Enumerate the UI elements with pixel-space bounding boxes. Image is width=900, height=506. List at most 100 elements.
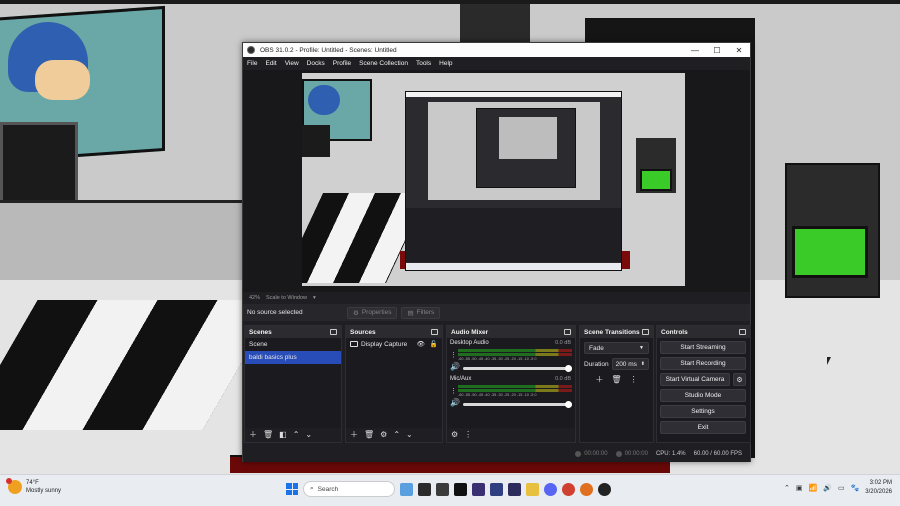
weather-widget[interactable]: 74°F Mostly sunny: [6, 478, 62, 495]
browser-icon[interactable]: [562, 482, 575, 496]
sources-toolbar: ＋ 🗑 ⚙ ⌃ ⌄: [346, 428, 442, 442]
move-down-icon[interactable]: ⌄: [305, 431, 312, 439]
undock-icon[interactable]: [330, 329, 337, 335]
game-app-icon-2[interactable]: [490, 482, 503, 496]
filters-label: Filters: [416, 309, 435, 316]
game-app-icon-3[interactable]: [508, 482, 521, 496]
move-down-icon[interactable]: ⌄: [406, 431, 413, 439]
volume-slider[interactable]: [462, 401, 572, 408]
scale-mode-select[interactable]: Scale to Window: [266, 295, 307, 301]
speaker-icon[interactable]: 🔊: [450, 399, 460, 407]
more-options-icon[interactable]: ⋮: [450, 351, 457, 359]
firefox-icon[interactable]: [580, 482, 593, 496]
add-icon[interactable]: ＋: [595, 376, 603, 384]
add-icon[interactable]: ＋: [249, 431, 257, 439]
obs-app-icon[interactable]: [454, 482, 467, 496]
obs-window[interactable]: OBS 31.0.2 - Profile: Untitled - Scenes:…: [242, 42, 751, 462]
transitions-title: Scene Transitions: [584, 328, 640, 336]
close-button[interactable]: ✕: [728, 43, 750, 57]
properties-button[interactable]: ⚙ Properties: [347, 306, 398, 319]
windows-start-icon[interactable]: [286, 483, 298, 495]
slider-knob[interactable]: [565, 401, 572, 408]
title-bar[interactable]: OBS 31.0.2 - Profile: Untitled - Scenes:…: [243, 43, 750, 57]
volume-meter: [458, 353, 572, 356]
undock-icon[interactable]: [642, 329, 649, 335]
chevron-down-icon: ▼: [639, 345, 644, 351]
undock-icon[interactable]: [431, 329, 438, 335]
filters-button[interactable]: ▤ Filters: [401, 306, 441, 319]
menu-scene-collection[interactable]: Scene Collection: [355, 60, 412, 67]
menu-view[interactable]: View: [281, 60, 303, 67]
task-view-icon[interactable]: [418, 482, 431, 496]
preview-canvas[interactable]: [302, 73, 685, 286]
scene-item-selected[interactable]: baldi basics plus: [245, 351, 341, 364]
speaker-icon[interactable]: 🔊: [823, 484, 832, 492]
discord-icon[interactable]: [544, 482, 557, 496]
speaker-icon[interactable]: 🔊: [450, 363, 460, 371]
menu-tools[interactable]: Tools: [412, 60, 435, 67]
chevron-down-icon[interactable]: ▾: [313, 295, 316, 301]
trash-icon[interactable]: 🗑: [263, 431, 273, 439]
gear-icon[interactable]: ⚙: [380, 431, 387, 439]
minimize-button[interactable]: —: [684, 43, 706, 57]
studio-mode-button[interactable]: Studio Mode: [660, 389, 746, 402]
controls-dock-header: Controls: [657, 326, 750, 338]
controls-title: Controls: [661, 328, 688, 336]
menu-profile[interactable]: Profile: [329, 60, 355, 67]
menu-file[interactable]: File: [243, 60, 261, 67]
channel-meter-row: ⋮ -60 -55 -50 -45 -40 -35 -30 -25 -20 -1…: [450, 384, 572, 397]
more-options-icon[interactable]: ⋮: [630, 376, 638, 384]
tray-extra-icon[interactable]: 🐾: [851, 484, 860, 492]
weather-desc: Mostly sunny: [26, 488, 62, 494]
widgets-app-icon[interactable]: [400, 482, 413, 496]
source-item[interactable]: Display Capture 👁 🔓: [346, 338, 442, 350]
undock-icon[interactable]: [739, 329, 746, 335]
menu-docks[interactable]: Docks: [303, 60, 329, 67]
game-desk: [0, 200, 250, 280]
transition-select[interactable]: Fade ▼: [584, 342, 649, 354]
add-icon[interactable]: ＋: [350, 431, 358, 439]
chevron-up-icon[interactable]: ⌃: [784, 484, 790, 492]
undock-icon[interactable]: [564, 329, 571, 335]
volume-slider[interactable]: [462, 365, 572, 372]
scene-item[interactable]: Scene: [245, 338, 341, 351]
slider-knob[interactable]: [565, 365, 572, 372]
spin-arrows-icon[interactable]: ⬍: [641, 361, 645, 367]
game-app-icon[interactable]: [472, 482, 485, 496]
maximize-button[interactable]: ☐: [706, 43, 728, 57]
terminal-app-icon[interactable]: [436, 482, 449, 496]
menu-help[interactable]: Help: [435, 60, 456, 67]
filter-icon[interactable]: ◧: [279, 431, 287, 439]
clock[interactable]: 3:02 PM 3/20/2026: [865, 479, 892, 497]
file-explorer-icon[interactable]: [526, 482, 539, 496]
gear-icon[interactable]: ⚙: [733, 373, 746, 386]
more-options-icon[interactable]: ⋮: [450, 387, 457, 395]
move-up-icon[interactable]: ⌃: [293, 431, 300, 439]
start-recording-button[interactable]: Start Recording: [660, 357, 746, 370]
search-placeholder: Search: [317, 485, 339, 493]
lock-icon[interactable]: 🔓: [430, 340, 438, 348]
settings-button[interactable]: Settings: [660, 405, 746, 418]
transition-selected: Fade: [589, 344, 604, 352]
exit-button[interactable]: Exit: [660, 421, 746, 434]
eye-icon[interactable]: 👁: [417, 340, 425, 348]
start-streaming-button[interactable]: Start Streaming: [660, 341, 746, 354]
duration-spinbox[interactable]: 200 ms ⬍: [611, 358, 649, 370]
battery-icon[interactable]: ▭: [838, 484, 845, 492]
more-options-icon[interactable]: ⋮: [464, 431, 472, 439]
wifi-icon[interactable]: 📶: [809, 484, 818, 492]
tray-app-icon[interactable]: ▣: [796, 484, 803, 492]
move-up-icon[interactable]: ⌃: [393, 431, 400, 439]
trash-icon[interactable]: 🗑: [364, 431, 374, 439]
sources-dock: Sources Display Capture 👁 🔓 ＋ 🗑 ⚙ ⌃ ⌄: [345, 325, 443, 443]
taskbar-search[interactable]: ⌕ Search: [303, 481, 395, 497]
channel-name: Mic/Aux: [450, 376, 472, 382]
obs-running-icon[interactable]: [598, 482, 611, 496]
record-time: 00:00:00: [624, 450, 648, 457]
start-virtual-camera-button[interactable]: Start Virtual Camera: [660, 373, 730, 386]
gear-icon[interactable]: ⚙: [451, 431, 458, 439]
menu-edit[interactable]: Edit: [261, 60, 280, 67]
nested-deeper-preview: [499, 117, 557, 159]
trash-icon[interactable]: 🗑: [611, 376, 621, 384]
stream-icon: [575, 450, 582, 457]
